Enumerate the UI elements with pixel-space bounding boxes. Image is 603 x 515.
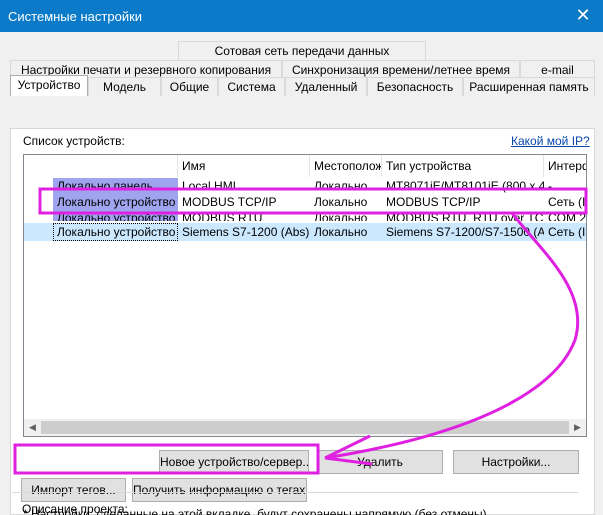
separator [12, 492, 578, 493]
settings-button[interactable]: Настройки... [453, 450, 579, 474]
my-ip-link[interactable]: Какой мой IP? [511, 134, 590, 148]
device-tab-panel: Список устройств: Какой мой IP? Имя Мест… [10, 128, 595, 515]
device-row-label: Локально устройство 5 [53, 223, 178, 241]
device-type: MODBUS RTU, RTU over TCP [386, 211, 544, 221]
scroll-right-icon[interactable]: ▶ [569, 419, 586, 436]
scroll-left-icon[interactable]: ◀ [24, 419, 41, 436]
device-list-label: Список устройств: [23, 134, 125, 148]
device-interface: Сеть (IP... [548, 225, 586, 239]
dialog-body: Сотовая сеть передачи данных Настройки п… [0, 32, 603, 515]
tab-system[interactable]: Система [218, 77, 285, 96]
device-location: Локально [314, 225, 368, 239]
tab-general[interactable]: Общие [161, 77, 218, 96]
device-location: Локально [314, 179, 368, 193]
device-name: Siemens S7-1200 (Abs) [182, 225, 310, 239]
window-title: Системные настройки [8, 9, 143, 24]
horizontal-scrollbar[interactable]: ◀ ▶ [24, 419, 586, 436]
column-header-row-label[interactable] [24, 155, 178, 177]
tab-security[interactable]: Безопасность [367, 77, 463, 96]
device-row-label: Локально устройство 4 [53, 194, 178, 210]
close-icon[interactable]: ✕ [563, 0, 603, 32]
device-interface: COM 2 (9... [548, 211, 587, 221]
new-device-button[interactable]: Новое устройство/сервер... [159, 450, 309, 474]
column-header-location[interactable]: Местоположение [310, 155, 382, 177]
device-interface: Сеть (IP... [548, 195, 586, 209]
device-location: Локально [314, 195, 368, 209]
device-interface: - [548, 179, 552, 193]
column-header-interface[interactable]: Интерфейс [544, 155, 586, 177]
tab-extended-memory[interactable]: Расширенная память [463, 77, 595, 96]
project-description-label: Описание проекта: [22, 502, 128, 515]
tab-device[interactable]: Устройство [10, 75, 88, 96]
title-bar: Системные настройки ✕ [0, 0, 603, 32]
device-location: Локально [314, 211, 368, 221]
tab-remote[interactable]: Удаленный [285, 77, 367, 96]
device-type: Siemens S7-1200/S7-1500 (A... [386, 225, 544, 239]
tab-model[interactable]: Модель [88, 77, 161, 96]
device-row[interactable]: Локально панель Local HMI Локально MT807… [24, 178, 586, 194]
device-type: MODBUS TCP/IP [386, 195, 481, 209]
device-name: MODBUS RTU [182, 211, 263, 221]
device-row[interactable]: Локально устройство 2 MODBUS RTU Локальн… [24, 210, 587, 221]
device-row[interactable]: Локально устройство 4 MODBUS TCP/IP Лока… [24, 194, 586, 210]
device-name: Local HMI [182, 179, 237, 193]
column-header-name[interactable]: Имя [178, 155, 310, 177]
device-row-label: Локально устройство 2 [53, 210, 178, 221]
device-list-header: Имя Местоположение Тип устройства Интерф… [24, 155, 586, 177]
column-header-device-type[interactable]: Тип устройства [382, 155, 544, 177]
get-tag-info-button[interactable]: Получить информацию о тегах... [132, 478, 307, 502]
device-row-selected[interactable]: Локально устройство 5 Siemens S7-1200 (A… [24, 223, 586, 241]
device-type: MT8071iE/MT8101iE (800 x 480) [386, 179, 544, 193]
scrollbar-thumb[interactable] [41, 421, 569, 434]
device-list[interactable]: Имя Местоположение Тип устройства Интерф… [23, 154, 587, 437]
device-row-label: Локально панель [53, 178, 178, 194]
import-tags-button[interactable]: Импорт тегов... [21, 478, 126, 502]
device-name: MODBUS TCP/IP [182, 195, 277, 209]
delete-button[interactable]: Удалить [317, 450, 443, 474]
tab-cellular[interactable]: Сотовая сеть передачи данных [178, 41, 426, 60]
